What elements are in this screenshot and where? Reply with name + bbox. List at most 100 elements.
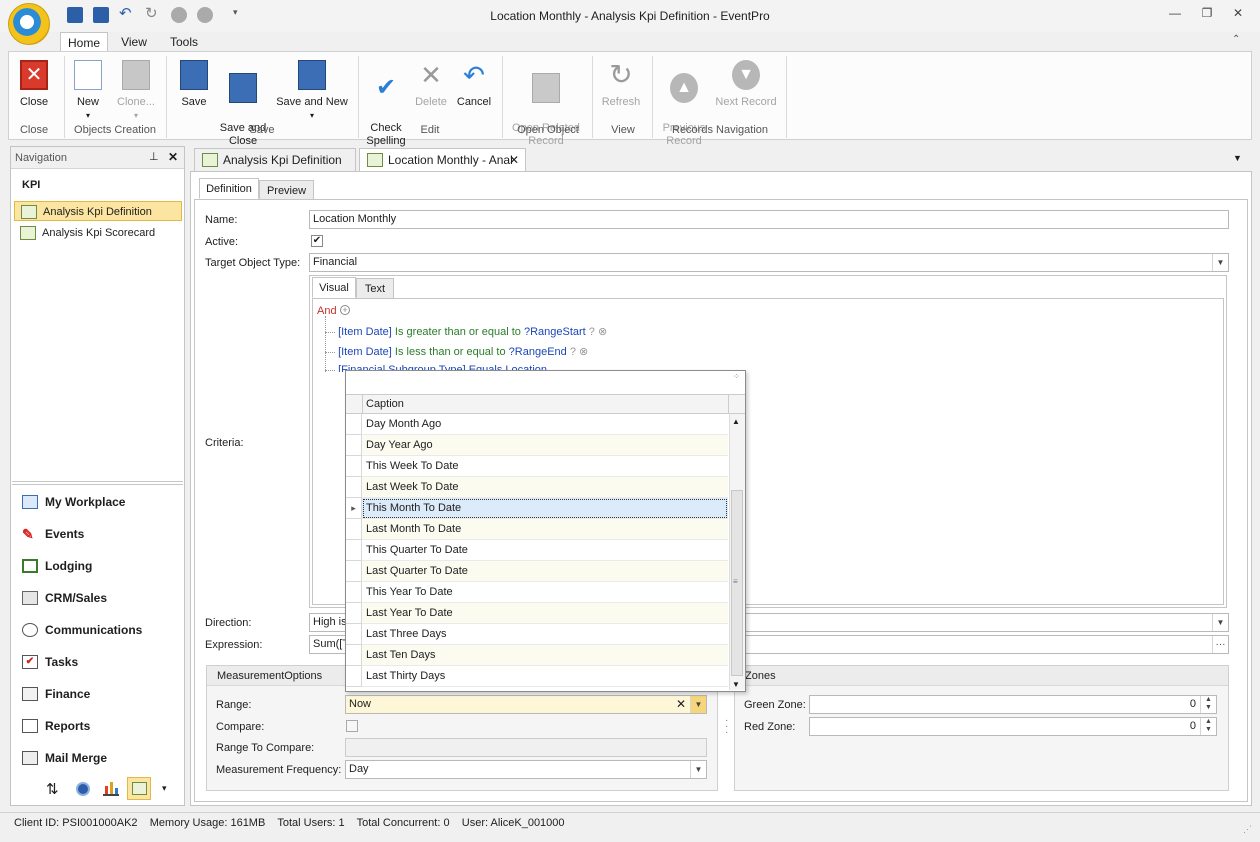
spin-arrows-icon[interactable]: ▲ ▼ [1200,696,1216,713]
spin-arrows-icon[interactable]: ▲ ▼ [1200,718,1216,735]
nav-splitter[interactable] [12,481,183,485]
tab-preview[interactable]: Preview [259,180,314,201]
configure-buttons-icon[interactable]: ▾ [162,783,167,794]
dropdown-option[interactable]: Last Month To Date [362,519,728,540]
row-indicator[interactable] [346,603,362,624]
criteria-condition-2[interactable]: [Item Date] Is less than or equal to ?Ra… [325,345,588,358]
module-finance[interactable]: Finance [20,682,180,706]
criteria-root-and[interactable]: And [317,305,337,317]
window-resize-grip-icon[interactable]: ⋰ [1243,824,1252,835]
row-indicator[interactable] [346,561,362,582]
row-indicator[interactable] [346,624,362,645]
minimize-button[interactable]: — [1165,6,1185,24]
globe-icon[interactable] [76,782,90,796]
dropdown-option[interactable]: Day Month Ago [362,414,728,435]
restore-button[interactable]: ❐ [1197,6,1217,24]
target-object-type-select[interactable]: Financial ▼ [309,253,1229,272]
compare-checkbox[interactable] [346,720,358,732]
measurement-frequency-select[interactable]: Day ▼ [345,760,707,779]
chevron-down-icon[interactable]: ▼ [690,761,706,778]
row-indicator[interactable]: ▸ [346,498,362,519]
scroll-up-icon[interactable]: ▲ [732,417,740,426]
close-button[interactable]: ✕ Close [14,56,54,109]
module-communications[interactable]: Communications [20,618,180,642]
help-icon[interactable]: ? [589,326,595,338]
tab-analysis-kpi-definition[interactable]: Analysis Kpi Definition [194,148,356,172]
ellipsis-button[interactable]: ··· [1212,636,1228,653]
row-indicator[interactable] [346,414,362,435]
save-and-new-button[interactable]: Save and New ▾ [274,56,350,122]
module-reports[interactable]: Reports [20,714,180,738]
app-logo-icon[interactable] [8,3,50,45]
module-events[interactable]: ✎ Events [20,522,180,546]
nav-item-analysis-kpi-definition[interactable]: Analysis Kpi Definition [14,201,182,221]
new-button[interactable]: New ▾ [70,56,106,122]
module-lodging[interactable]: Lodging [20,554,180,578]
tab-home[interactable]: Home [60,32,108,52]
row-indicator[interactable] [346,519,362,540]
next-record-button[interactable]: ▼ Next Record [712,56,780,109]
module-tasks[interactable]: ✔ Tasks [20,650,180,674]
range-select[interactable]: Now ✕ ▼ [345,695,707,714]
dropdown-option[interactable]: This Week To Date [362,456,728,477]
close-panel-icon[interactable]: ✕ [168,150,178,164]
chevron-down-icon[interactable]: ▼ [1212,254,1228,271]
green-zone-spin[interactable]: 0 ▲ ▼ [809,695,1217,714]
dropdown-option[interactable]: Last Thirty Days [362,666,728,687]
resize-grip-icon[interactable]: ⁘ [733,372,740,381]
help-icon[interactable]: ? [570,346,576,358]
tab-visual[interactable]: Visual [312,277,356,298]
clone-button[interactable]: Clone... ▾ [112,56,160,122]
range-to-compare-field[interactable] [345,738,707,757]
row-indicator[interactable] [346,645,362,666]
add-condition-icon[interactable]: + [340,305,350,315]
chevron-down-icon[interactable]: ▼ [1212,614,1228,631]
name-field[interactable]: Location Monthly [309,210,1229,229]
dropdown-option[interactable]: This Year To Date [362,582,728,603]
clear-icon[interactable]: ✕ [676,696,686,713]
dropdown-option[interactable]: Last Ten Days [362,645,728,666]
row-indicator[interactable] [346,582,362,603]
nav-item-analysis-kpi-scorecard[interactable]: Analysis Kpi Scorecard [14,223,182,243]
module-crm-sales[interactable]: CRM/Sales [20,586,180,610]
criteria-condition-1[interactable]: [Item Date] Is greater than or equal to … [325,325,607,338]
chevron-down-icon[interactable]: ▼ [690,696,706,713]
tab-view[interactable]: View [115,32,153,52]
dropdown-option[interactable]: Day Year Ago [362,435,728,456]
scroll-down-icon[interactable]: ▼ [732,680,740,689]
remove-condition-icon[interactable]: ⊗ [579,346,588,358]
close-window-button[interactable]: ✕ [1228,6,1248,24]
active-checkbox[interactable]: ✔ [311,235,323,247]
row-indicator[interactable] [346,666,362,687]
caption-column-header[interactable]: Caption [366,398,404,410]
dropdown-option[interactable]: Last Year To Date [362,603,728,624]
dropdown-option[interactable]: Last Quarter To Date [362,561,728,582]
kpi-module-button[interactable] [127,777,151,800]
remove-condition-icon[interactable]: ⊗ [598,326,607,338]
tab-text[interactable]: Text [356,278,394,299]
row-indicator[interactable] [346,540,362,561]
bar-chart-icon[interactable] [103,781,119,796]
row-indicator[interactable] [346,435,362,456]
refresh-button[interactable]: ↻ Refresh [598,56,644,109]
tab-definition[interactable]: Definition [199,178,259,199]
row-indicator[interactable] [346,456,362,477]
row-indicator[interactable] [346,477,362,498]
dropdown-option[interactable]: This Quarter To Date [362,540,728,561]
cancel-button[interactable]: ↶ Cancel [454,56,494,109]
tab-location-monthly[interactable]: Location Monthly - Anal ✕ [359,148,526,172]
dropdown-option[interactable]: Last Week To Date [362,477,728,498]
delete-button[interactable]: ✕ Delete [412,56,450,109]
dropdown-option[interactable]: Last Three Days [362,624,728,645]
save-button[interactable]: Save [176,56,212,109]
close-tab-icon[interactable]: ✕ [509,149,519,171]
tab-list-dropdown-icon[interactable]: ▼ [1233,153,1242,163]
collapse-ribbon-icon[interactable]: ⌃ [1232,34,1240,45]
pin-icon[interactable]: ⊥ [149,150,159,163]
sort-arrows-icon[interactable]: ⇅ [46,780,59,798]
tab-tools[interactable]: Tools [165,32,203,52]
module-mail-merge[interactable]: Mail Merge [20,746,180,770]
dropdown-option[interactable]: This Month To Date [362,498,728,519]
splitter-grip-icon[interactable]: · · · [725,716,728,738]
red-zone-spin[interactable]: 0 ▲ ▼ [809,717,1217,736]
